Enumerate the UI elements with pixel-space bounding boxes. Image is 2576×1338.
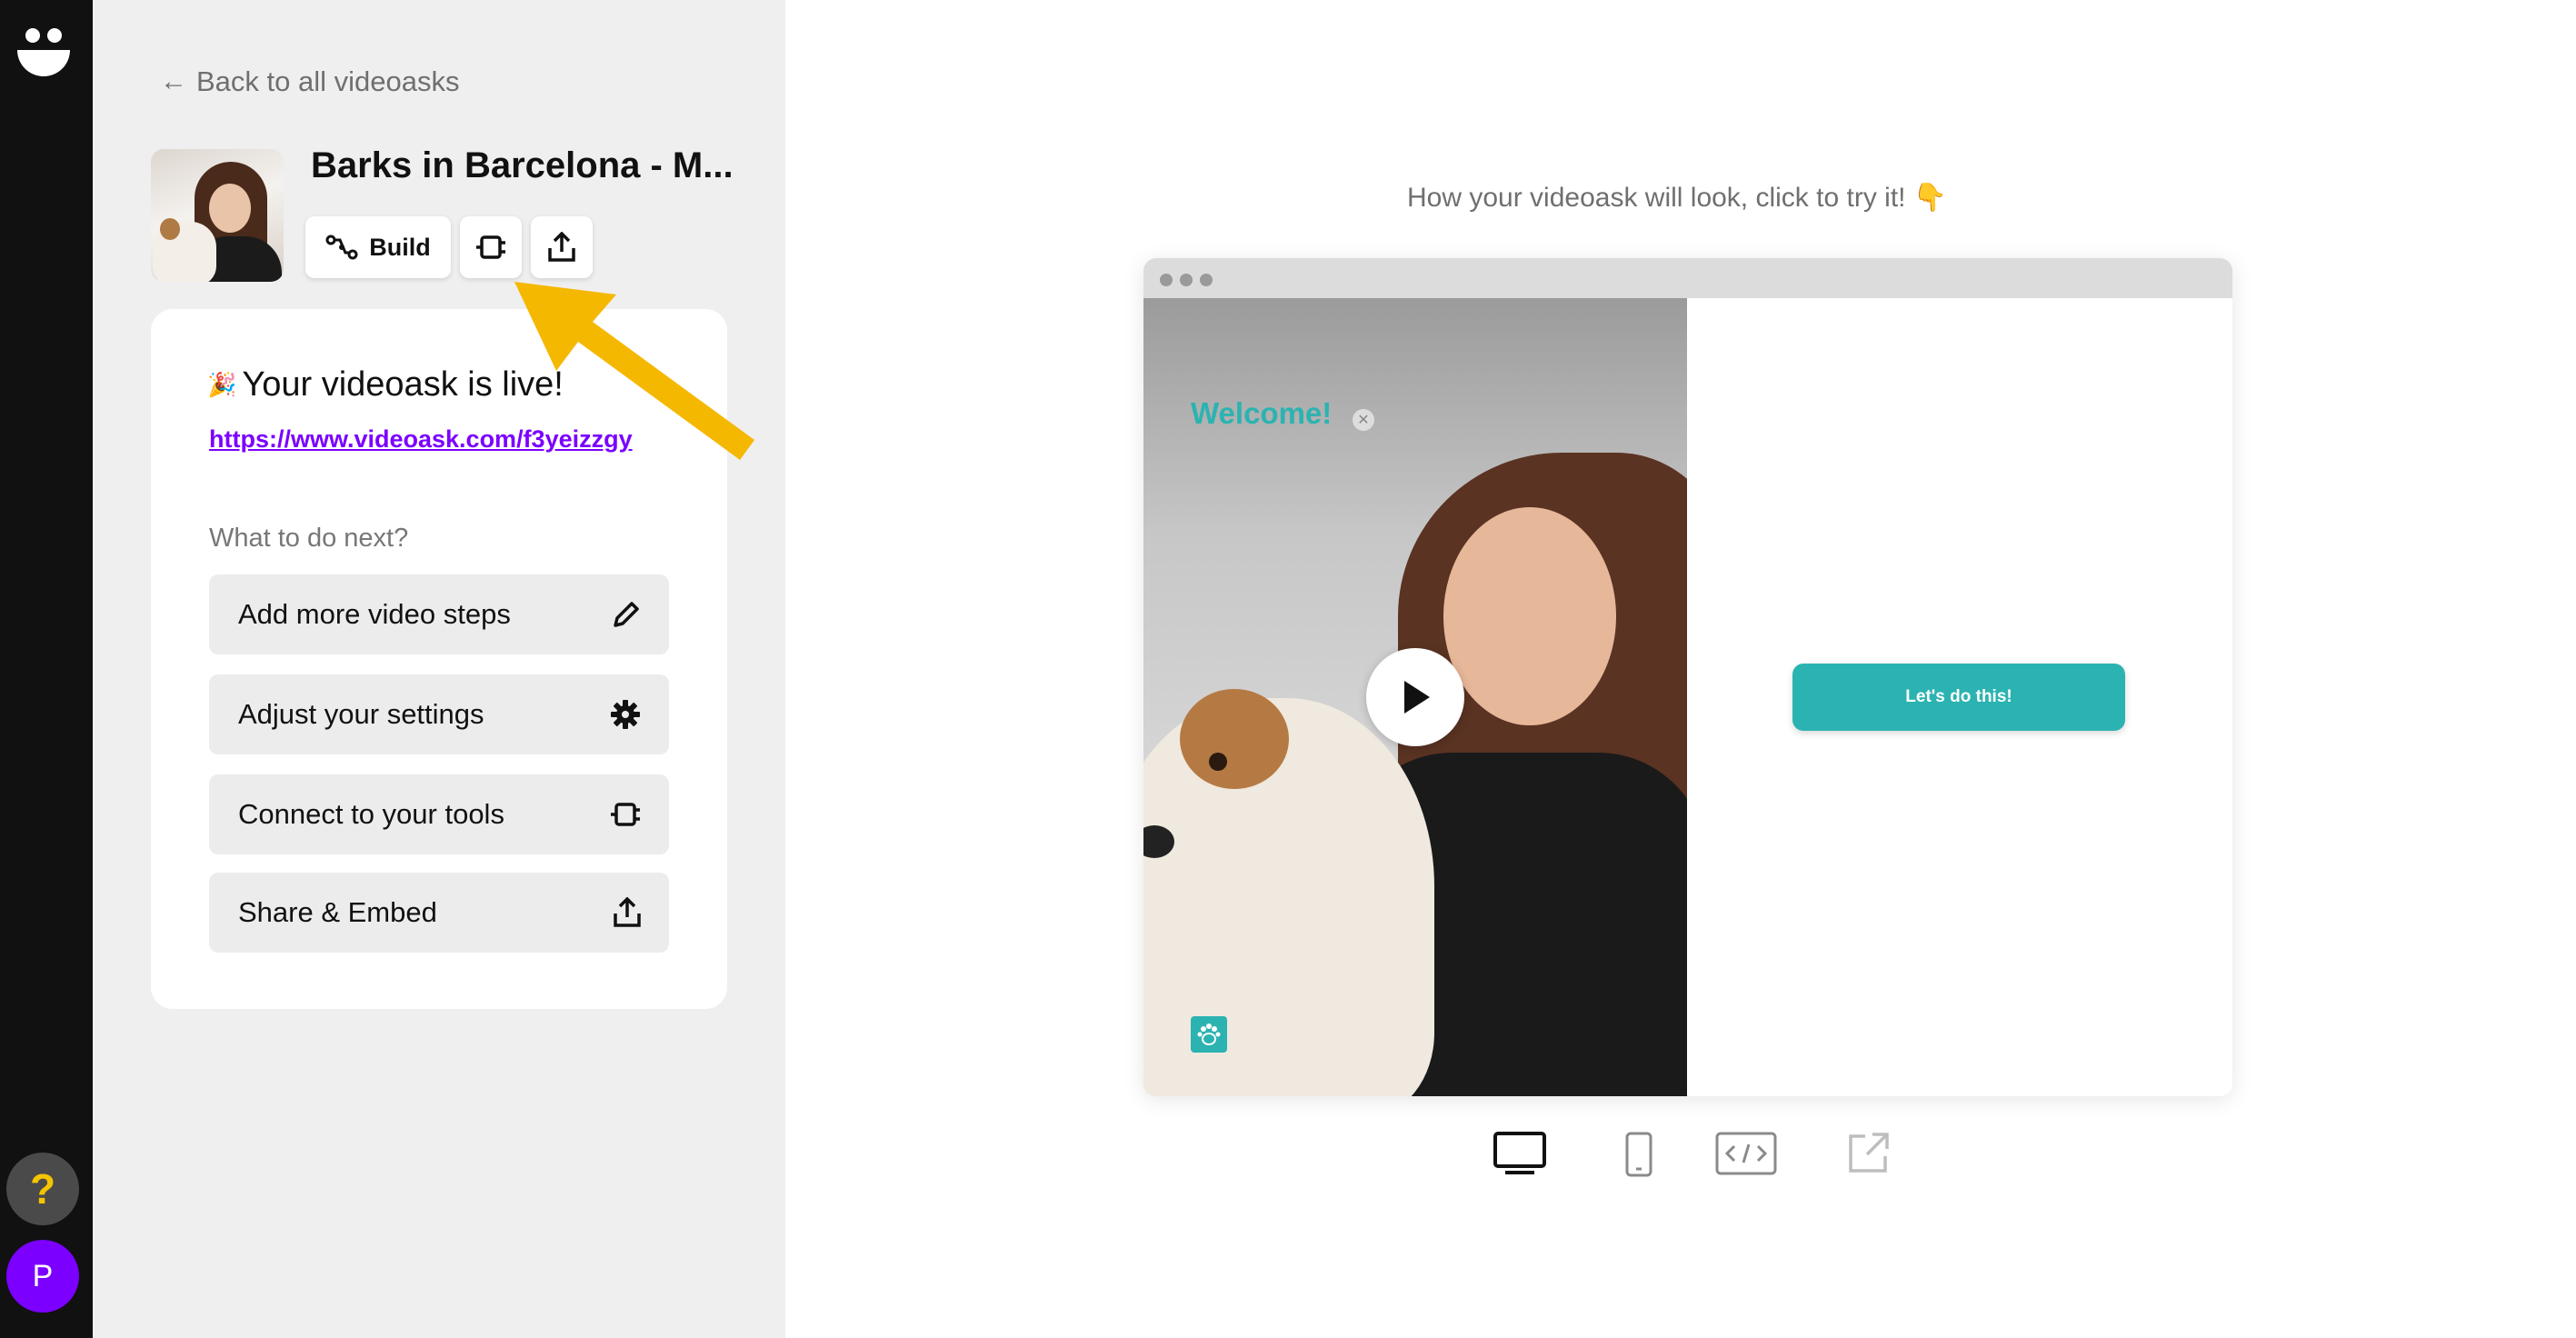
adjust-settings-button[interactable]: Adjust your settings bbox=[209, 674, 669, 754]
preview-browser-frame[interactable]: Welcome! ✕ Let's do this! bbox=[1143, 258, 2232, 1096]
plug-icon bbox=[476, 235, 505, 259]
party-popper-icon: 🎉 bbox=[207, 371, 237, 398]
action-label: Share & Embed bbox=[238, 896, 437, 928]
plug-icon bbox=[611, 803, 640, 826]
user-avatar[interactable]: P bbox=[6, 1240, 79, 1313]
preview-video[interactable]: Welcome! ✕ bbox=[1143, 298, 1687, 1096]
build-button[interactable]: Build bbox=[305, 216, 451, 278]
browser-titlebar bbox=[1143, 258, 2232, 298]
videoask-thumbnail[interactable] bbox=[151, 149, 284, 282]
desktop-icon[interactable] bbox=[1493, 1131, 1547, 1176]
mobile-icon[interactable] bbox=[1623, 1131, 1654, 1178]
action-label: Add more video steps bbox=[238, 598, 511, 630]
paw-logo-icon bbox=[1191, 1016, 1227, 1053]
preview-hint: How your videoask will look, click to tr… bbox=[1407, 183, 1948, 213]
lets-do-this-button[interactable]: Let's do this! bbox=[1792, 664, 2125, 731]
next-steps-heading: What to do next? bbox=[209, 524, 409, 553]
action-label: Adjust your settings bbox=[238, 698, 484, 730]
play-button[interactable] bbox=[1366, 648, 1464, 746]
back-link-label: Back to all videoasks bbox=[196, 65, 460, 97]
share-icon bbox=[614, 897, 641, 927]
share-embed-button[interactable]: Share & Embed bbox=[209, 873, 669, 953]
embed-code-icon[interactable] bbox=[1714, 1131, 1778, 1176]
welcome-overlay-text: Welcome! bbox=[1191, 396, 1333, 430]
action-label: Connect to your tools bbox=[238, 798, 504, 830]
connect-tools-button[interactable]: Connect to your tools bbox=[209, 774, 669, 854]
gear-icon bbox=[611, 700, 640, 729]
share-icon bbox=[548, 232, 575, 262]
pencil-icon bbox=[614, 602, 639, 627]
videoask-title[interactable]: Barks in Barcelona - M... bbox=[311, 145, 734, 186]
back-link[interactable]: ← Back to all videoasks bbox=[160, 65, 459, 98]
videoask-logo-icon[interactable] bbox=[15, 25, 72, 79]
arrow-left-icon: ← bbox=[160, 66, 187, 96]
app-rail: ? P bbox=[0, 0, 93, 1338]
flow-icon bbox=[325, 235, 358, 260]
close-icon[interactable]: ✕ bbox=[1353, 409, 1374, 431]
build-button-label: Build bbox=[369, 233, 431, 261]
add-video-steps-button[interactable]: Add more video steps bbox=[209, 574, 669, 654]
annotation-arrow-icon bbox=[514, 282, 754, 460]
help-button[interactable]: ? bbox=[6, 1153, 79, 1225]
play-icon bbox=[1404, 681, 1430, 714]
open-external-icon[interactable] bbox=[1845, 1131, 1891, 1176]
